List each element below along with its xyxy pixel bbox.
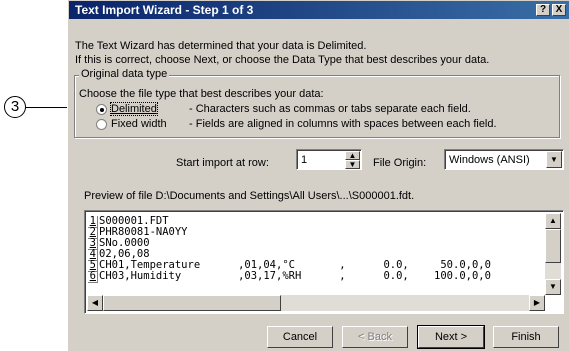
vertical-scrollbar[interactable]: ▲ ▼ <box>545 213 561 295</box>
text-import-wizard-dialog: Text Import Wizard - Step 1 of 3 ? X The… <box>67 0 569 351</box>
chevron-down-icon[interactable]: ▼ <box>546 151 562 168</box>
fixed-width-radio[interactable] <box>96 119 107 130</box>
spin-up-icon[interactable]: ▲ <box>345 151 360 160</box>
file-origin-select[interactable]: Windows (ANSI) ▼ <box>444 149 564 170</box>
preview-label: Preview of file D:\Documents and Setting… <box>84 190 415 202</box>
help-button[interactable]: ? <box>536 4 550 16</box>
start-row-spinner[interactable]: 1 ▲ ▼ <box>296 149 362 170</box>
close-button[interactable]: X <box>552 4 566 16</box>
horizontal-scrollbar[interactable]: ◀ ▶ <box>87 295 545 311</box>
preview-row: 6 CH03,Humidity ,03,17,%RH , 0.0, 100.0,0… <box>88 270 491 283</box>
next-button[interactable]: Next > <box>417 325 485 349</box>
fixed-width-description: - Fields are aligned in columns with spa… <box>189 118 497 130</box>
horizontal-scroll-thumb[interactable] <box>103 295 281 311</box>
window-title: Text Import Wizard - Step 1 of 3 <box>75 3 254 17</box>
scroll-left-icon[interactable]: ◀ <box>87 295 103 311</box>
cancel-button[interactable]: Cancel <box>267 326 333 348</box>
radio-selected-dot <box>100 108 104 112</box>
start-row-value: 1 <box>301 154 308 166</box>
file-preview[interactable]: 1 S000001.FDT 2 PHR80081-NA0YY 3 SNo.0000 4… <box>84 210 564 314</box>
fixed-width-label[interactable]: Fixed width <box>111 118 167 130</box>
start-row-label: Start import at row: <box>176 157 269 169</box>
callout-line <box>26 107 73 109</box>
title-bar[interactable]: Text Import Wizard - Step 1 of 3 ? X <box>69 1 569 19</box>
spin-down-icon[interactable]: ▼ <box>345 160 360 169</box>
file-origin-label: File Origin: <box>373 157 427 169</box>
back-button[interactable]: < Back <box>342 326 408 348</box>
choose-file-type-label: Choose the file type that best describes… <box>79 88 324 100</box>
scroll-down-icon[interactable]: ▼ <box>545 279 561 295</box>
delimited-radio[interactable] <box>96 104 107 115</box>
finish-button[interactable]: Finish <box>493 326 559 348</box>
intro-text-2: If this is correct, choose Next, or choo… <box>75 54 490 66</box>
scroll-right-icon[interactable]: ▶ <box>529 295 545 311</box>
file-origin-value: Windows (ANSI) <box>449 154 530 166</box>
delimited-description: - Characters such as commas or tabs sepa… <box>189 103 471 115</box>
vertical-scroll-thumb[interactable] <box>545 229 561 263</box>
intro-text-1: The Text Wizard has determined that your… <box>75 40 367 52</box>
callout-number: 3 <box>4 96 26 118</box>
delimited-label[interactable]: Delimited <box>110 102 158 116</box>
scroll-up-icon[interactable]: ▲ <box>545 213 561 229</box>
group-label: Original data type <box>79 68 170 80</box>
